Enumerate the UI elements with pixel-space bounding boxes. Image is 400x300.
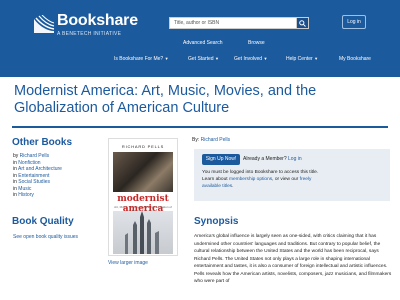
book-title: Modernist America: Art, Music, Movies, a…: [14, 83, 317, 116]
cover-photo: [113, 152, 173, 192]
list-item: in History: [13, 192, 62, 199]
nav-get-involved[interactable]: Get Involved ▼: [234, 56, 267, 62]
search-button[interactable]: [297, 17, 309, 29]
byline: By: Richard Pells: [192, 137, 230, 143]
cover-author: RICHARD PELLS: [121, 144, 165, 149]
search-icon: [299, 20, 306, 27]
sign-up-button[interactable]: Sign Up Now!: [202, 154, 240, 165]
category-link[interactable]: Music: [18, 186, 31, 192]
nav-label: My Bookshare: [339, 56, 371, 62]
nav-label: Is Bookshare For Me?: [114, 56, 164, 62]
other-books-list: by Richard Pells in Nonfiction in Art an…: [13, 153, 62, 199]
book-quality-heading: Book Quality: [12, 216, 74, 227]
category-link[interactable]: Nonfiction: [18, 160, 40, 166]
list-prefix: in: [13, 192, 17, 198]
chevron-down-icon: ▼: [214, 56, 219, 61]
bookshare-logo[interactable]: Bookshare A BENETECH INITIATIVE: [30, 12, 140, 40]
list-prefix: in: [13, 166, 17, 172]
member-prompt: Already a Member? Log in: [243, 156, 302, 162]
cover-skyline: [113, 211, 173, 254]
nav-get-started[interactable]: Get Started ▼: [188, 56, 219, 62]
nav-label: Get Involved: [234, 56, 263, 62]
author-link[interactable]: Richard Pells: [20, 153, 49, 159]
book-cover[interactable]: RICHARD PELLS modernist america Art, Mus…: [108, 138, 178, 256]
view-larger-image-link[interactable]: View larger image: [108, 260, 148, 266]
member-text: Already a Member?: [243, 156, 287, 162]
chevron-down-icon: ▼: [314, 56, 319, 61]
note-text: .: [232, 184, 234, 189]
quality-issues-link[interactable]: See open book quality issues: [13, 234, 78, 240]
access-note: You must be logged into Bookshare to acc…: [202, 169, 322, 190]
nav-help-center[interactable]: Help Center ▼: [286, 56, 318, 62]
nav-label: Get Started: [188, 56, 214, 62]
search-input[interactable]: Title, author or ISBN: [169, 17, 297, 29]
category-link[interactable]: Social Studies: [18, 179, 50, 185]
note-text: , or view our: [272, 177, 299, 182]
category-link[interactable]: History: [18, 192, 34, 198]
category-link[interactable]: Entertainment: [18, 173, 49, 179]
skyline-illustration: [125, 211, 159, 254]
author-link[interactable]: Richard Pells: [201, 137, 230, 143]
list-prefix: in: [13, 185, 17, 192]
other-books-heading: Other Books: [12, 137, 73, 148]
list-prefix: in: [13, 159, 17, 166]
advanced-search-link[interactable]: Advanced Search: [183, 40, 222, 46]
chevron-down-icon: ▼: [164, 56, 169, 61]
site-header: Bookshare A BENETECH INITIATIVE Title, a…: [0, 0, 400, 77]
membership-options-link[interactable]: membership options: [229, 177, 272, 182]
logo-tagline: A BENETECH INITIATIVE: [57, 31, 122, 37]
login-button[interactable]: Log in: [342, 15, 366, 29]
synopsis-heading: Synopsis: [194, 216, 239, 227]
chevron-down-icon: ▼: [263, 56, 268, 61]
login-link[interactable]: Log in: [288, 156, 302, 162]
nav-label: Help Center: [286, 56, 313, 62]
nav-my-bookshare[interactable]: My Bookshare: [339, 56, 371, 62]
category-link[interactable]: Art and Architecture: [18, 166, 62, 172]
logo-fan-icon: [34, 15, 55, 33]
nav-is-bookshare-for-me[interactable]: Is Bookshare For Me? ▼: [114, 56, 169, 62]
logo-name: Bookshare: [57, 12, 138, 29]
list-prefix: in: [13, 179, 17, 185]
browse-link[interactable]: Browse: [248, 40, 265, 46]
list-prefix: by: [13, 153, 19, 159]
synopsis-text: America's global influence is largely se…: [194, 234, 392, 284]
access-panel: Sign Up Now! Already a Member? Log in Yo…: [194, 149, 390, 201]
by-label: By:: [192, 137, 200, 143]
list-prefix: in: [13, 172, 17, 179]
title-divider: [12, 126, 388, 128]
